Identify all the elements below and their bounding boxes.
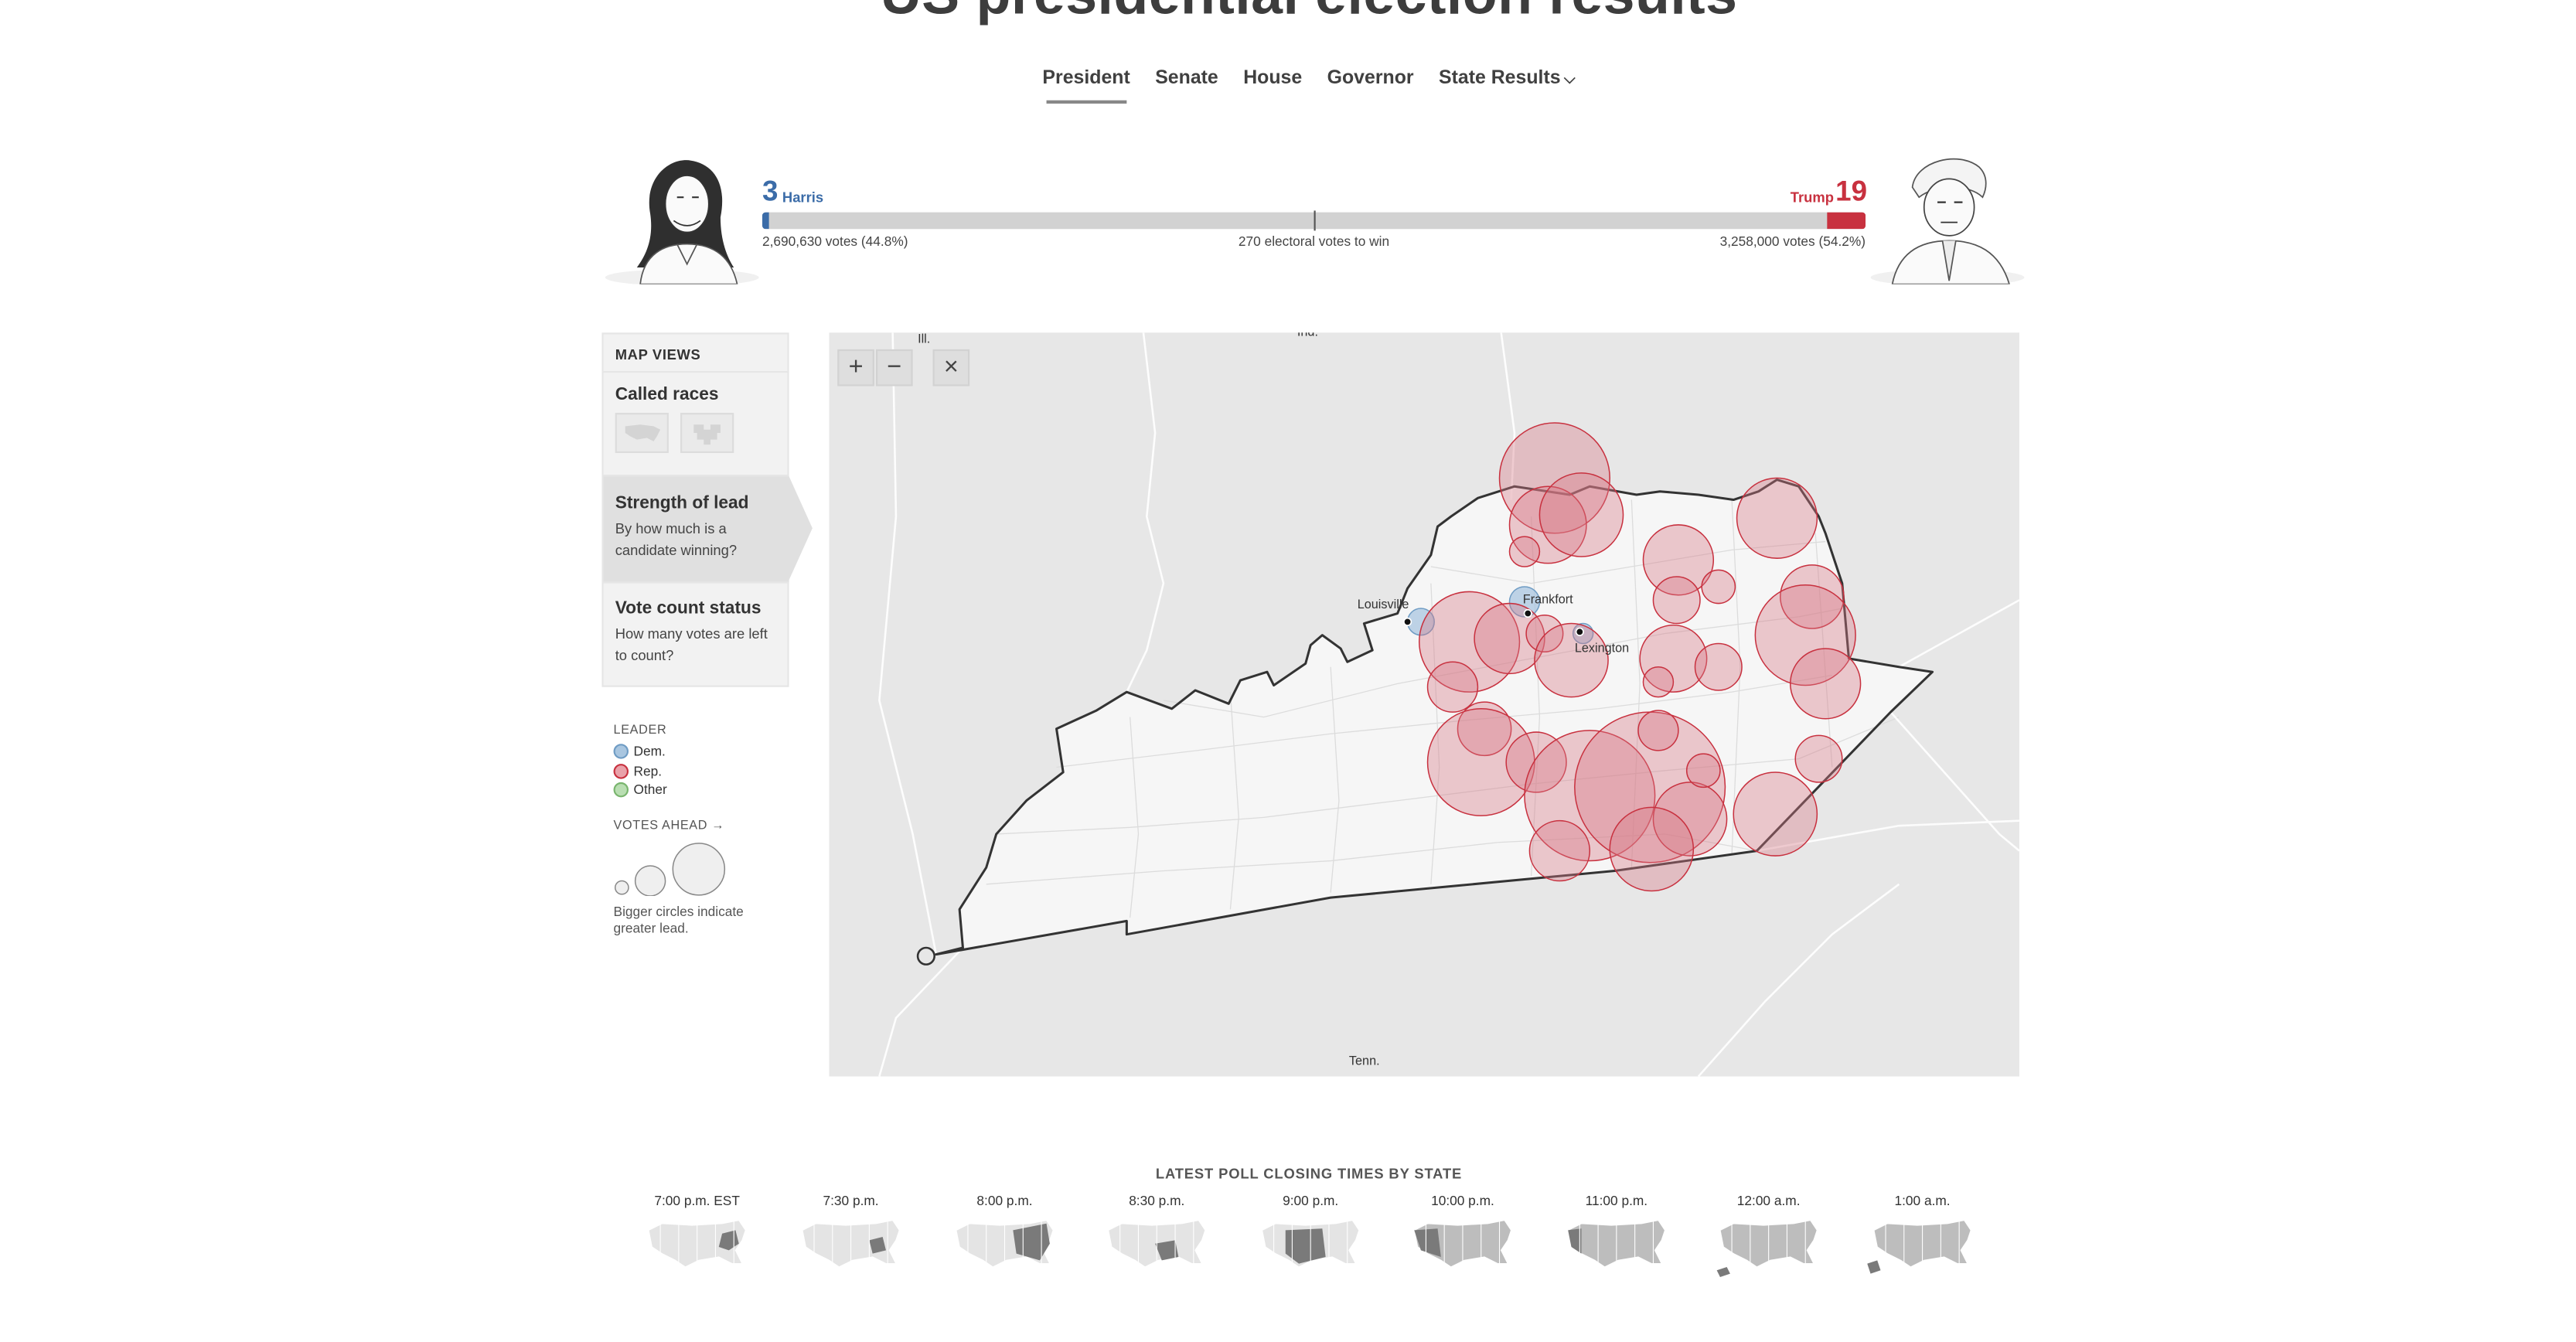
nav-president[interactable]: President [1042, 69, 1130, 104]
page-title: US presidential election results [0, 0, 2576, 29]
close-icon: × [943, 353, 959, 381]
rep-swatch [613, 763, 629, 779]
called-races-option[interactable]: Called races [604, 384, 789, 459]
map-views-heading: MAP VIEWS [615, 346, 701, 363]
us-map-thumbnail [1107, 1219, 1206, 1268]
called-races-title: Called races [615, 384, 719, 405]
trump-electoral-votes: 19 [1835, 175, 1868, 208]
cartogram-view-button[interactable] [681, 413, 735, 453]
legend-rep: Rep. [613, 761, 781, 781]
strength-of-lead-desc: By how much is a candidate winning? [615, 519, 738, 558]
label-ind: Ind. [1297, 332, 1318, 339]
nav-president-label: President [1042, 68, 1130, 89]
poll-closing-time: 8:30 p.m. [1129, 1193, 1185, 1209]
nav-state-results-label: State Results [1439, 68, 1561, 89]
label-ill: Ill. [918, 332, 931, 346]
harris-popular-votes: 2,690,630 votes (44.8%) [762, 233, 908, 250]
legend-dem-label: Dem. [633, 744, 666, 760]
poll-closing-item: 12:00 a.m. [1702, 1194, 1835, 1289]
win-threshold-marker [1314, 210, 1316, 231]
votes-ahead-heading: VOTES AHEAD → [613, 816, 725, 832]
poll-closing-item: 7:30 p.m. [784, 1194, 918, 1289]
cartogram-icon [694, 424, 721, 445]
poll-closing-item: 1:00 a.m. [1855, 1194, 1989, 1289]
plus-icon: + [848, 353, 864, 381]
us-map-thumbnail [1261, 1219, 1360, 1268]
zoom-out-button[interactable]: − [876, 349, 913, 387]
poll-closing-time: 1:00 a.m. [1894, 1193, 1951, 1209]
race-nav: President Senate House Governor State Re… [0, 69, 2576, 104]
poll-closing-item: 8:30 p.m. [1090, 1194, 1224, 1289]
selected-view-pointer [789, 476, 813, 581]
kentucky-county-map[interactable]: Ill. Ind. Tenn. Louisville Frankfort Lex… [829, 332, 2019, 1077]
harris-portrait [605, 160, 759, 284]
label-frankfort: Frankfort [1522, 591, 1573, 607]
us-map-thumbnail [1567, 1219, 1666, 1268]
legend-dem: Dem. [613, 742, 781, 761]
poll-closing-item: 9:00 p.m. [1244, 1194, 1378, 1289]
chevron-down-icon: ⌵ [1563, 70, 1576, 87]
legend-rep-label: Rep. [633, 763, 663, 779]
map-legend: LEADER Dem. Rep. Other VOTES AHEAD → Big… [613, 722, 781, 937]
nav-senate-label: Senate [1155, 68, 1218, 89]
leader-legend-heading: LEADER [613, 722, 667, 737]
reset-map-button[interactable]: × [932, 349, 970, 387]
nav-governor[interactable]: Governor [1327, 69, 1414, 104]
nav-house[interactable]: House [1243, 69, 1302, 104]
trump-bar-fill [1826, 212, 1866, 230]
win-threshold-label: 270 electoral votes to win [1238, 233, 1390, 250]
poll-closing-time: 7:00 p.m. EST [654, 1193, 740, 1209]
us-map-thumbnail [802, 1219, 901, 1268]
poll-closing-time: 10:00 p.m. [1431, 1193, 1494, 1209]
strength-of-lead-option[interactable]: Strength of lead By how much is a candid… [603, 476, 789, 582]
poll-closing-time: 12:00 a.m. [1736, 1193, 1801, 1209]
poll-closing-time: 11:00 p.m. [1585, 1193, 1648, 1209]
nav-senate[interactable]: Senate [1155, 69, 1218, 104]
map-canvas [878, 332, 2019, 1077]
poll-closing-item: 11:00 p.m. [1549, 1194, 1683, 1289]
label-tenn: Tenn. [1348, 1053, 1380, 1068]
vote-count-status-option[interactable]: Vote count status How many votes are lef… [604, 598, 789, 665]
harris-electoral-votes: 3 [762, 175, 779, 208]
divider [603, 581, 789, 584]
bubble-size-note: Bigger circles indicate greater lead. [613, 903, 744, 935]
bubble-size-legend [614, 842, 726, 896]
poll-closing-item: 8:00 p.m. [938, 1194, 1072, 1289]
legend-other-label: Other [633, 782, 667, 798]
label-louisville: Louisville [1357, 596, 1409, 612]
us-map-view-button[interactable] [615, 413, 669, 453]
vote-count-status-desc: How many votes are left to count? [615, 625, 768, 663]
nav-house-label: House [1243, 68, 1303, 89]
us-map-thumbnail [956, 1219, 1054, 1268]
nav-governor-label: Governor [1327, 68, 1414, 89]
other-swatch [613, 782, 629, 798]
poll-closing-time: 7:30 p.m. [823, 1193, 879, 1209]
poll-closing-title: LATEST POLL CLOSING TIMES BY STATE [1155, 1165, 1463, 1182]
minus-icon: − [887, 353, 902, 381]
poll-closing-time: 8:00 p.m. [976, 1193, 1033, 1209]
harris-bar-fill [762, 212, 768, 230]
nav-state-results[interactable]: State Results ⌵ [1439, 69, 1576, 104]
us-map-thumbnail [1716, 1219, 1818, 1277]
map-views-panel: MAP VIEWS Called races Strength of lead … [601, 332, 813, 687]
trump-name: Trump [1790, 189, 1834, 206]
trump-popular-votes: 3,258,000 votes (54.2%) [1719, 233, 1866, 250]
us-map-icon [625, 424, 661, 441]
legend-other: Other [613, 781, 781, 800]
us-map-thumbnail [1867, 1219, 1971, 1274]
us-map-thumbnail [648, 1219, 747, 1268]
poll-closing-time: 9:00 p.m. [1283, 1193, 1339, 1209]
dem-swatch [613, 744, 629, 760]
zoom-in-button[interactable]: + [837, 349, 874, 387]
divider [603, 371, 789, 373]
poll-closing-item: 7:00 p.m. EST [630, 1194, 764, 1289]
label-lexington: Lexington [1574, 640, 1630, 656]
trump-portrait [1870, 158, 2025, 284]
poll-closing-item: 10:00 p.m. [1395, 1194, 1529, 1289]
harris-name: Harris [782, 189, 824, 206]
strength-of-lead-title: Strength of lead [615, 492, 749, 513]
vote-count-status-title: Vote count status [615, 598, 762, 619]
us-map-thumbnail [1413, 1219, 1512, 1268]
